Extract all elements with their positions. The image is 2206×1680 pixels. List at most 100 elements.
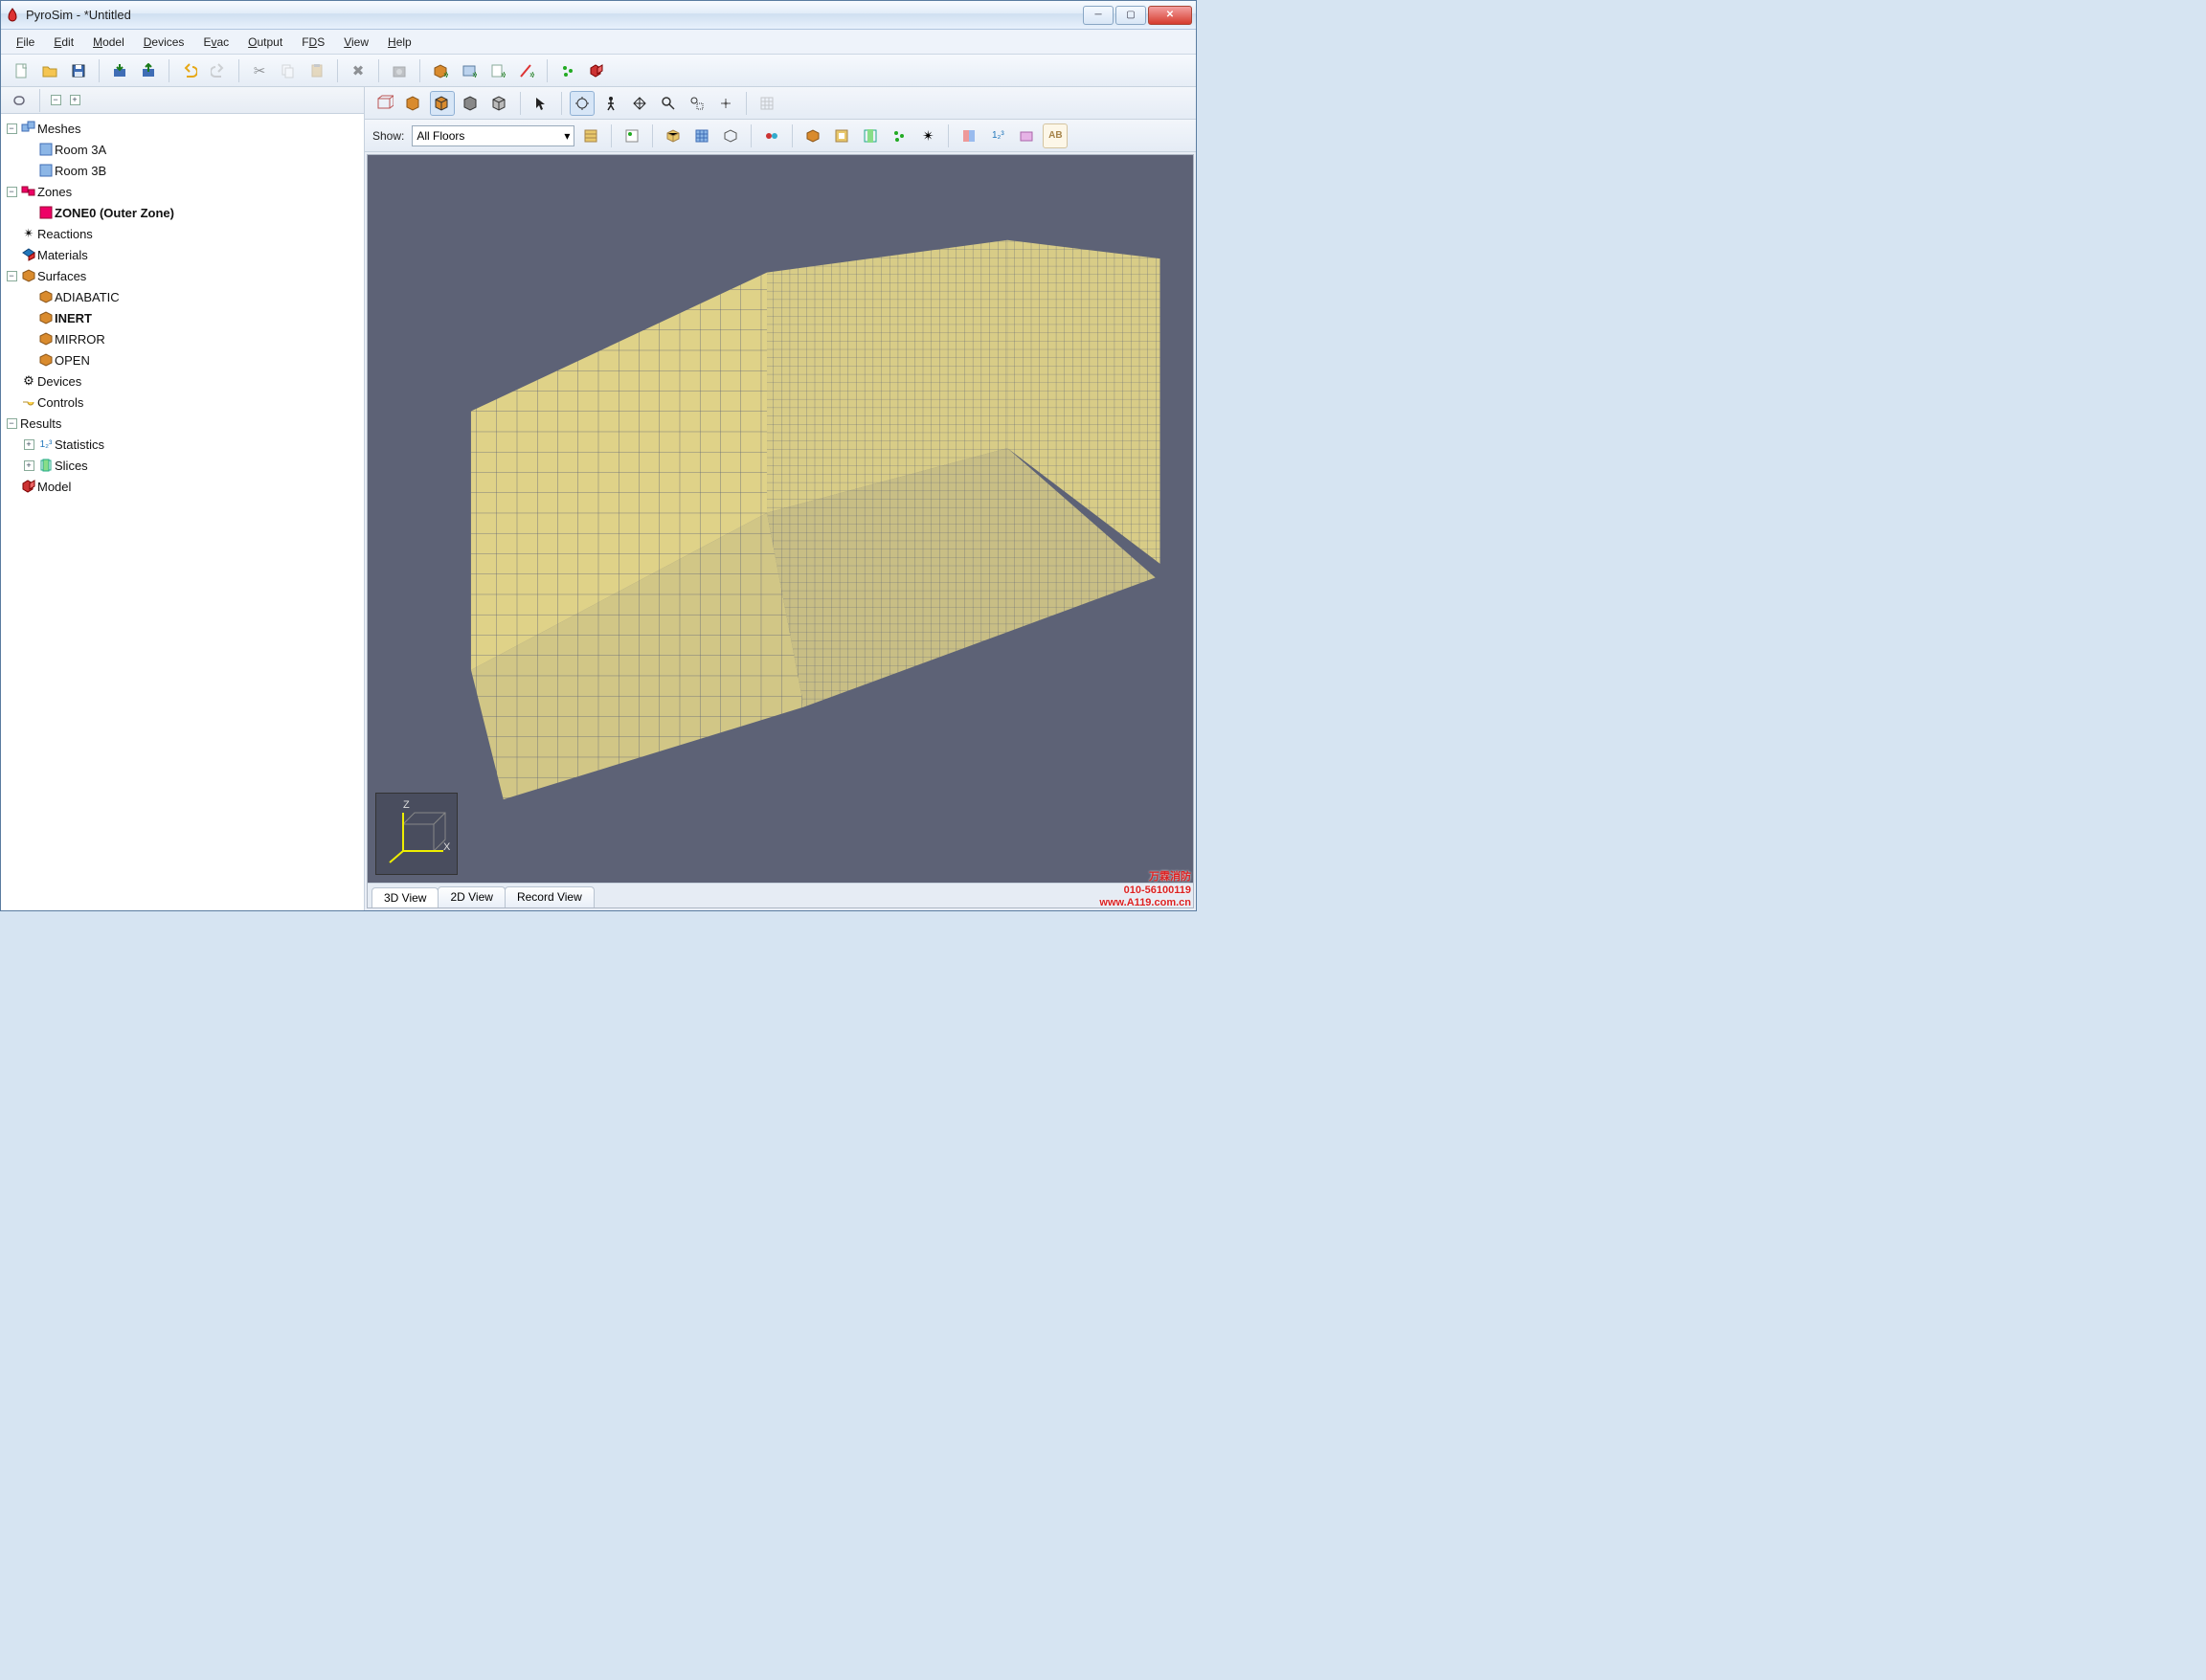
redo-icon[interactable] [206, 58, 231, 83]
run-fds-icon[interactable] [387, 58, 412, 83]
undo-icon[interactable] [177, 58, 202, 83]
export-icon[interactable] [136, 58, 161, 83]
reactions-icon: ✴ [20, 226, 37, 241]
svg-text:✲: ✲ [443, 71, 448, 78]
menu-edit[interactable]: Edit [46, 33, 81, 52]
menu-model[interactable]: Model [85, 33, 132, 52]
show-devices-icon[interactable] [759, 123, 784, 148]
tree-surfaces[interactable]: −Surfaces [3, 265, 362, 286]
tree-adiabatic[interactable]: ADIABATIC [3, 286, 362, 307]
show-labels-icon[interactable]: AB [1043, 123, 1068, 148]
new-obstruction-icon[interactable] [584, 58, 609, 83]
new-surface-icon[interactable]: ✲ [457, 58, 482, 83]
maximize-button[interactable]: ▢ [1115, 6, 1146, 25]
axis-widget[interactable]: Z X [375, 793, 458, 875]
new-file-icon[interactable] [9, 58, 34, 83]
layer-toggle-icon[interactable] [619, 123, 644, 148]
tree-room3b[interactable]: Room 3B [3, 160, 362, 181]
3d-viewport[interactable]: Z X 3D View 2D View Record View [367, 154, 1194, 908]
tree-inert[interactable]: INERT [3, 307, 362, 328]
tree-devices[interactable]: ⚙Devices [3, 370, 362, 392]
solid-view-icon[interactable] [401, 91, 426, 116]
open-file-icon[interactable] [37, 58, 62, 83]
menu-evac[interactable]: Evac [195, 33, 236, 52]
copy-icon[interactable] [276, 58, 301, 83]
svg-text:✲: ✲ [472, 71, 477, 78]
show-holes-icon[interactable] [829, 123, 854, 148]
tree-slices[interactable]: +Slices [3, 455, 362, 476]
tree-mirror[interactable]: MIRROR [3, 328, 362, 349]
show-slices-icon[interactable] [858, 123, 883, 148]
outline-view-icon[interactable] [459, 91, 484, 116]
sidebar: − + −Meshes Room 3A Room 3B −Zones ZONE0… [1, 87, 365, 910]
show-vents-icon[interactable] [800, 123, 825, 148]
watermark: 万霖消防 010-56100119 www.A119.com.cn [1099, 871, 1191, 909]
cut-icon[interactable]: ✂ [247, 58, 272, 83]
sidebar-toolbar: − + [1, 87, 364, 114]
show-particles-icon[interactable] [887, 123, 912, 148]
surface-icon [37, 353, 55, 367]
delete-icon[interactable]: ✖ [346, 58, 371, 83]
pan-tool-icon[interactable] [627, 91, 652, 116]
menu-fds[interactable]: FDS [294, 33, 332, 52]
paste-icon[interactable] [304, 58, 329, 83]
show-zones-icon[interactable] [957, 123, 981, 148]
new-reaction-icon[interactable]: ✲ [485, 58, 510, 83]
zoom-box-tool-icon[interactable] [685, 91, 709, 116]
show-mesh-icon[interactable] [661, 123, 686, 148]
snap-grid-icon[interactable] [754, 91, 779, 116]
tab-3d-view[interactable]: 3D View [371, 887, 439, 908]
wireframe-view-icon[interactable] [372, 91, 397, 116]
tree-zone0[interactable]: ZONE0 (Outer Zone) [3, 202, 362, 223]
menu-view[interactable]: View [336, 33, 376, 52]
expand-all-icon[interactable]: + [67, 93, 82, 108]
import-icon[interactable] [107, 58, 132, 83]
orbit-tool-icon[interactable] [570, 91, 595, 116]
select-tool-icon[interactable] [529, 91, 553, 116]
show-obstructions-icon[interactable] [718, 123, 743, 148]
show-reactions-icon[interactable]: ✴ [915, 123, 940, 148]
menu-devices[interactable]: Devices [136, 33, 192, 52]
reset-view-icon[interactable] [713, 91, 738, 116]
minimize-button[interactable]: ─ [1083, 6, 1114, 25]
floor-settings-icon[interactable] [578, 123, 603, 148]
materials-icon [20, 248, 37, 261]
tree-meshes[interactable]: −Meshes [3, 118, 362, 139]
tree-results[interactable]: −Results [3, 413, 362, 434]
menu-help[interactable]: Help [380, 33, 419, 52]
link-tree-icon[interactable] [7, 88, 32, 113]
walk-tool-icon[interactable] [598, 91, 623, 116]
tree-materials[interactable]: Materials [3, 244, 362, 265]
tree-model[interactable]: Model [3, 476, 362, 497]
zoom-tool-icon[interactable] [656, 91, 681, 116]
new-particle-icon[interactable] [555, 58, 580, 83]
tree-reactions[interactable]: ✴Reactions [3, 223, 362, 244]
menu-output[interactable]: Output [240, 33, 290, 52]
show-results-icon[interactable] [1014, 123, 1039, 148]
show-mesh-bounds-icon[interactable] [689, 123, 714, 148]
close-button[interactable]: ✕ [1148, 6, 1192, 25]
surface-icon [37, 290, 55, 303]
solid-wire-view-icon[interactable] [430, 91, 455, 116]
tree-open[interactable]: OPEN [3, 349, 362, 370]
titlebar: PyroSim - *Untitled ─ ▢ ✕ [1, 1, 1196, 30]
show-stats-icon[interactable]: 1₂³ [985, 123, 1010, 148]
app-window: PyroSim - *Untitled ─ ▢ ✕ File Edit Mode… [0, 0, 1197, 911]
axis-z-label-text: Z [403, 799, 410, 811]
menu-file[interactable]: File [9, 33, 42, 52]
model-tree[interactable]: −Meshes Room 3A Room 3B −Zones ZONE0 (Ou… [1, 114, 364, 910]
save-file-icon[interactable] [66, 58, 91, 83]
tree-controls[interactable]: Controls [3, 392, 362, 413]
tab-2d-view[interactable]: 2D View [438, 886, 505, 907]
tab-record-view[interactable]: Record View [505, 886, 595, 907]
tree-statistics[interactable]: +1₂³Statistics [3, 434, 362, 455]
new-device-icon[interactable]: ✲ [514, 58, 539, 83]
tree-room3a[interactable]: Room 3A [3, 139, 362, 160]
mesh-icon [37, 143, 55, 156]
hidden-line-view-icon[interactable] [487, 91, 512, 116]
surfaces-icon [20, 268, 37, 283]
floor-selector[interactable]: All Floors▾ [412, 125, 574, 146]
collapse-all-icon[interactable]: − [48, 93, 63, 108]
new-mesh-icon[interactable]: ✲ [428, 58, 453, 83]
tree-zones[interactable]: −Zones [3, 181, 362, 202]
